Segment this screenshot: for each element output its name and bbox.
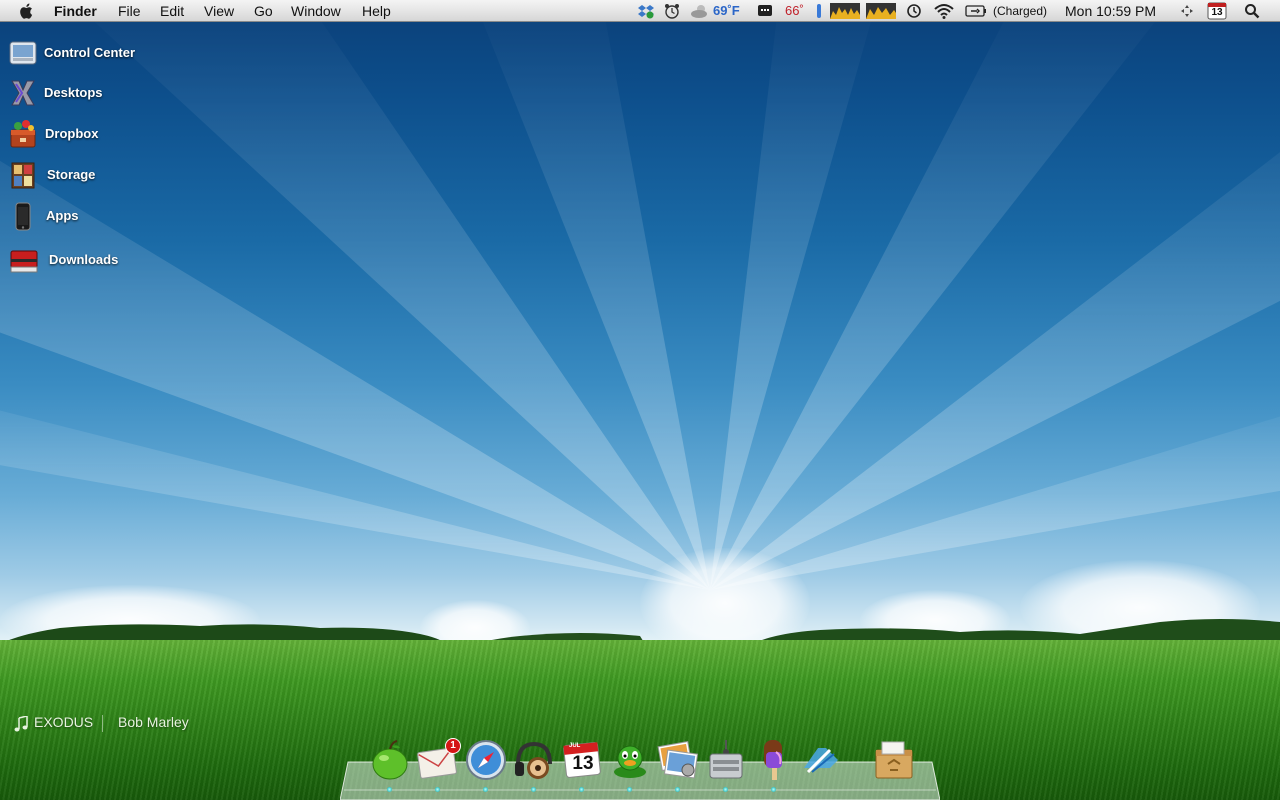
menubar-clock[interactable]: Mon 10:59 PM	[1065, 2, 1156, 20]
dock-item-trash[interactable]	[872, 738, 916, 788]
weather-icon[interactable]	[690, 3, 710, 19]
weather-temp[interactable]: 69˚F	[713, 2, 740, 20]
recycle-box-icon	[875, 741, 913, 779]
running-indicator	[579, 787, 584, 792]
apple-menu-icon[interactable]	[18, 2, 36, 20]
ical-month: JUL	[569, 743, 581, 749]
safari-compass-icon	[466, 740, 506, 780]
desktop-item-label: Storage	[47, 167, 96, 182]
desktop-item-desktops[interactable]: Desktops	[6, 78, 206, 114]
running-indicator	[723, 787, 728, 792]
now-playing-divider	[102, 715, 103, 732]
running-indicator	[675, 787, 680, 792]
dock-item-itunes[interactable]	[512, 738, 556, 792]
memory-graph-icon[interactable]	[866, 3, 896, 19]
dock-item-popsicle[interactable]	[752, 738, 796, 792]
battery-icon[interactable]	[965, 3, 987, 19]
hard-drive-icon	[709, 740, 743, 779]
cpu-graph-icon[interactable]	[830, 3, 860, 19]
now-playing-track: EXODUS	[34, 714, 94, 730]
dock-item-iphoto[interactable]	[656, 738, 700, 792]
menu-bar: Finder File Edit View Go Window Help 69˚…	[0, 0, 1280, 22]
now-playing-artist: Bob Marley	[118, 714, 189, 730]
dock-item-xcode[interactable]	[800, 738, 844, 788]
running-indicator	[483, 787, 488, 792]
wifi-icon[interactable]	[934, 3, 954, 19]
dropbox-box-icon	[10, 120, 36, 148]
desktop-item-downloads[interactable]: Downloads	[6, 245, 206, 281]
running-indicator	[435, 787, 440, 792]
dock-item-hard-drive[interactable]	[704, 738, 748, 792]
running-indicator	[771, 787, 776, 792]
ical-date: 13	[572, 753, 594, 774]
adium-duck-icon	[614, 745, 646, 778]
spaces-icon[interactable]	[1179, 3, 1195, 19]
mail-badge: 1	[445, 738, 461, 754]
dropbox-status-icon[interactable]	[638, 3, 654, 19]
iphoto-photos-icon	[657, 740, 699, 779]
desktops-x-icon	[11, 80, 35, 106]
alarm-clock-icon[interactable]	[664, 3, 680, 19]
itunes-headphones-icon	[515, 741, 552, 779]
calendar-day: 13	[1211, 7, 1223, 18]
menu-edit[interactable]: Edit	[160, 2, 184, 20]
control-center-icon	[9, 41, 37, 65]
spotlight-icon[interactable]	[1244, 3, 1260, 19]
running-indicator	[531, 787, 536, 792]
running-indicator	[387, 787, 392, 792]
downloads-book-icon	[10, 250, 38, 273]
desktop-item-control-center[interactable]: Control Center	[6, 38, 206, 74]
cpu-temp[interactable]: 66˚	[785, 2, 804, 20]
desktop-item-dropbox[interactable]: Dropbox	[6, 119, 206, 155]
menu-help[interactable]: Help	[362, 2, 391, 20]
iphone-apps-icon	[15, 202, 31, 231]
green-apple-icon	[372, 740, 408, 780]
dock-item-ical[interactable]: JUL 13	[560, 738, 604, 792]
music-note-icon	[14, 716, 28, 732]
desktop-item-label: Apps	[46, 208, 79, 223]
dock-item-adium[interactable]	[608, 738, 652, 792]
dock-item-safari[interactable]	[464, 738, 508, 792]
time-machine-icon[interactable]	[906, 3, 922, 19]
desktop-item-apps[interactable]: Apps	[6, 201, 206, 237]
storage-cabinet-icon	[11, 162, 35, 189]
battery-status[interactable]: (Charged)	[993, 2, 1047, 20]
menu-window[interactable]: Window	[291, 2, 341, 20]
popsicle-icon	[764, 740, 782, 780]
xcode-hammer-icon	[804, 748, 838, 774]
menu-view[interactable]: View	[204, 2, 234, 20]
dock-item-finder[interactable]	[368, 738, 412, 792]
menu-go[interactable]: Go	[254, 2, 273, 20]
app-menu-finder[interactable]: Finder	[54, 2, 97, 20]
desktop-item-label: Downloads	[49, 252, 119, 267]
monitor-icon[interactable]	[757, 3, 773, 19]
menu-file[interactable]: File	[118, 2, 141, 20]
calendar-icon[interactable]: 13	[1207, 2, 1227, 20]
thermometer-icon[interactable]	[814, 3, 824, 19]
desktop-item-label: Desktops	[44, 85, 103, 100]
desktop-item-label: Dropbox	[45, 126, 99, 141]
running-indicator	[627, 787, 632, 792]
desktop-item-storage[interactable]: Storage	[6, 160, 206, 196]
desktop-item-label: Control Center	[44, 45, 135, 60]
dock-item-mail[interactable]: 1	[416, 738, 461, 792]
